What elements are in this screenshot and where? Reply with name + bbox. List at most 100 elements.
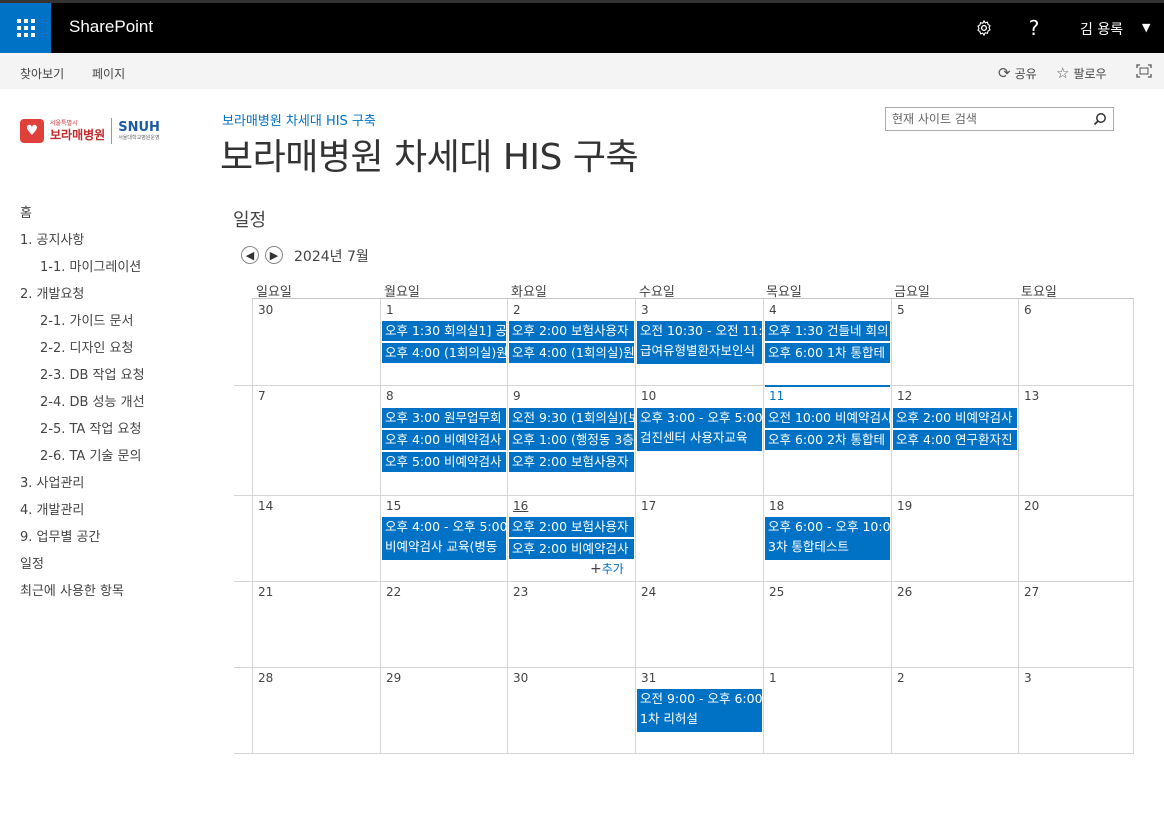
nav-workspace[interactable]: 9. 업무별 공간: [20, 526, 100, 545]
day-number[interactable]: 25: [769, 585, 784, 599]
day-number[interactable]: 19: [897, 499, 912, 513]
day-number[interactable]: 27: [1024, 585, 1039, 599]
day-number[interactable]: 24: [641, 585, 656, 599]
search-button[interactable]: [1091, 110, 1109, 128]
snuh-logo: SNUH 서울대학교병원운영: [118, 120, 160, 142]
next-month-button[interactable]: ▶: [265, 246, 283, 264]
calendar-heading: 일정: [233, 210, 267, 231]
add-event-link[interactable]: +추가: [590, 560, 624, 577]
star-icon: ☆: [1056, 64, 1070, 82]
calendar-event[interactable]: 오전 9:30 (1회의실)[보: [509, 408, 634, 428]
calendar-event[interactable]: 오후 2:00 보험사용자: [509, 321, 634, 341]
calendar-event[interactable]: 오후 1:30 회의실1] 공: [382, 321, 506, 341]
nav-business[interactable]: 3. 사업관리: [20, 472, 84, 491]
day-number[interactable]: 1: [769, 671, 777, 685]
nav-notice[interactable]: 1. 공지사항: [20, 229, 84, 248]
day-number[interactable]: 22: [386, 585, 401, 599]
follow-button[interactable]: ☆ 팔로우: [1056, 64, 1107, 82]
day-number[interactable]: 7: [258, 389, 266, 403]
day-number[interactable]: 10: [641, 389, 656, 403]
site-breadcrumb[interactable]: 보라매병원 차세대 HIS 구축: [222, 110, 376, 129]
nav-ta-inquiry[interactable]: 2-6. TA 기술 문의: [40, 445, 141, 464]
calendar-event[interactable]: 오후 1:30 건들네 회의: [765, 321, 890, 341]
calendar-event[interactable]: 오후 2:00 비예약검사: [893, 408, 1017, 428]
day-number[interactable]: 21: [258, 585, 273, 599]
calendar-event[interactable]: 오전 10:30 - 오전 11: 급여유형별환자보인식: [637, 321, 762, 364]
nav-recent[interactable]: 최근에 사용한 항목: [20, 580, 124, 599]
day-number[interactable]: 9: [513, 389, 521, 403]
brand-label[interactable]: SharePoint: [69, 17, 153, 37]
tab-page[interactable]: 페이지: [92, 65, 125, 82]
day-number[interactable]: 4: [769, 303, 777, 317]
nav-migration[interactable]: 1-1. 마이그레이션: [40, 256, 141, 275]
calendar-event[interactable]: 오후 6:00 - 오후 10:00 3차 통합테스트: [765, 517, 890, 560]
nav-home[interactable]: 홈: [20, 202, 32, 221]
event-title: 검진센터 사용자교육: [640, 430, 748, 445]
tab-browse[interactable]: 찾아보기: [20, 65, 64, 82]
day-number[interactable]: 16: [513, 499, 528, 513]
calendar-event[interactable]: 오후 2:00 보험사용자: [509, 517, 634, 537]
month-label: 2024년 7월: [294, 249, 369, 265]
nav-guide-docs[interactable]: 2-1. 가이드 문서: [40, 310, 133, 329]
calendar-event[interactable]: 오후 6:00 1차 통합테: [765, 343, 890, 363]
calendar-event[interactable]: 오후 3:00 - 오후 5:00 검진센터 사용자교육: [637, 408, 762, 451]
settings-button[interactable]: [969, 13, 999, 43]
calendar-event[interactable]: 오후 4:00 비예약검사: [382, 430, 506, 450]
waffle-icon: [16, 19, 35, 37]
day-number[interactable]: 31: [641, 671, 656, 685]
day-number[interactable]: 3: [641, 303, 649, 317]
day-number[interactable]: 2: [897, 671, 905, 685]
calendar-event[interactable]: 오후 2:00 비예약검사: [509, 539, 634, 559]
search-input[interactable]: [886, 108, 1086, 130]
day-number[interactable]: 29: [386, 671, 401, 685]
help-button[interactable]: ?: [1019, 13, 1049, 43]
site-logo[interactable]: ♥ 서울특별시 보라매병원 SNUH 서울대학교병원운영: [20, 115, 180, 147]
calendar-event[interactable]: 오후 4:00 (1회의실)원: [382, 343, 506, 363]
calendar-event[interactable]: 오후 6:00 2차 통합테: [765, 430, 890, 450]
event-title: 1차 리허설: [640, 711, 698, 726]
day-number[interactable]: 20: [1024, 499, 1039, 513]
calendar-event[interactable]: 오후 4:00 연구환자진: [893, 430, 1017, 450]
nav-db-work[interactable]: 2-3. DB 작업 요청: [40, 364, 145, 383]
day-number[interactable]: 28: [258, 671, 273, 685]
nav-calendar[interactable]: 일정: [20, 553, 44, 572]
calendar-event[interactable]: 오후 4:00 (1회의실)원: [509, 343, 634, 363]
day-number[interactable]: 14: [258, 499, 273, 513]
day-number[interactable]: 2: [513, 303, 521, 317]
nav-design-request[interactable]: 2-2. 디자인 요청: [40, 337, 133, 356]
chevron-down-icon[interactable]: ▼: [1142, 21, 1150, 34]
nav-db-performance[interactable]: 2-4. DB 성능 개선: [40, 391, 145, 410]
calendar-event[interactable]: 오후 5:00 비예약검사: [382, 452, 506, 472]
nav-ta-work[interactable]: 2-5. TA 작업 요청: [40, 418, 141, 437]
user-name[interactable]: 김 용록: [1080, 19, 1123, 39]
search-icon: [1093, 113, 1106, 126]
calendar-event[interactable]: 오후 2:00 보험사용자: [509, 452, 634, 472]
day-number[interactable]: 23: [513, 585, 528, 599]
event-time: 오후 6:00 - 오후 10:00: [768, 519, 890, 534]
prev-month-button[interactable]: ◀: [241, 246, 259, 264]
day-number[interactable]: 3: [1024, 671, 1032, 685]
day-number[interactable]: 12: [897, 389, 912, 403]
day-number[interactable]: 30: [513, 671, 528, 685]
day-number-today[interactable]: 11: [769, 389, 784, 403]
nav-dev-request[interactable]: 2. 개발요청: [20, 283, 84, 302]
calendar-event[interactable]: 오후 1:00 (행정동 3층: [509, 430, 634, 450]
day-number[interactable]: 17: [641, 499, 656, 513]
nav-dev-management[interactable]: 4. 개발관리: [20, 499, 84, 518]
day-number[interactable]: 26: [897, 585, 912, 599]
share-button[interactable]: ⟳ 공유: [998, 64, 1037, 82]
day-number[interactable]: 1: [386, 303, 394, 317]
day-number[interactable]: 30: [258, 303, 273, 317]
day-number[interactable]: 15: [386, 499, 401, 513]
calendar-event[interactable]: 오후 4:00 - 오후 5:00 비예약검사 교육(병동: [382, 517, 506, 560]
day-number[interactable]: 8: [386, 389, 394, 403]
calendar-event[interactable]: 오전 9:00 - 오후 6:00 1차 리허설: [637, 689, 762, 732]
day-number[interactable]: 18: [769, 499, 784, 513]
calendar-event[interactable]: 오후 3:00 원무업무회: [382, 408, 506, 428]
day-number[interactable]: 6: [1024, 303, 1032, 317]
focus-button[interactable]: [1136, 64, 1152, 78]
day-number[interactable]: 13: [1024, 389, 1039, 403]
app-launcher-button[interactable]: [0, 3, 51, 53]
calendar-event[interactable]: 오전 10:00 비예약검사: [765, 408, 890, 428]
day-number[interactable]: 5: [897, 303, 905, 317]
